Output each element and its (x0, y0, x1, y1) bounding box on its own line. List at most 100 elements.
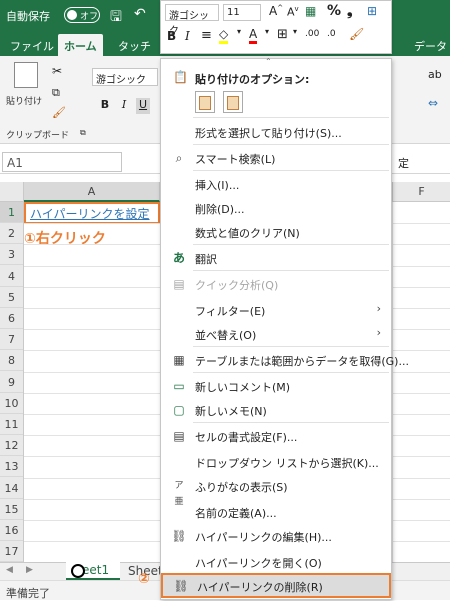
dialog-launcher-icon[interactable]: ⧉ (80, 128, 86, 138)
menu-item-clear-contents[interactable]: 数式と値のクリア(N) (161, 219, 391, 244)
select-all-corner[interactable] (0, 182, 24, 202)
context-menu: ⌃ 📋 貼り付けのオプション: 形式を選択して貼り付け(S)... ⌕ スマート検… (160, 57, 409, 600)
prev-sheet-icon[interactable]: ◀ (6, 565, 13, 575)
row-header-8[interactable]: 8 (0, 350, 23, 372)
row-header-5[interactable]: 5 (0, 287, 23, 308)
remove-link-icon: ⛓ (173, 579, 189, 593)
font-name-box[interactable]: 游ゴシック (92, 68, 158, 86)
menu-item-edit-hyperlink[interactable]: ⛓ ハイパーリンクの編集(H)... (161, 523, 391, 548)
column-header-a[interactable]: A (24, 182, 160, 202)
font-color-dropdown-icon[interactable]: ▾ (265, 27, 269, 36)
menu-item-pick-from-list[interactable]: ドロップダウン リストから選択(K)... (161, 449, 391, 474)
row-header-4[interactable]: 4 (0, 266, 23, 287)
formula-text[interactable]: 定 (398, 155, 409, 171)
copy-icon[interactable]: ⧉ (52, 86, 60, 100)
link-icon: ⛓ (171, 529, 187, 543)
menu-item-format-cells[interactable]: ▤ セルの書式設定(F)... (161, 423, 391, 448)
collapse-icon[interactable]: ⌃ (265, 57, 272, 66)
next-sheet-icon[interactable]: ▶ (26, 565, 33, 575)
row-header-14[interactable]: 14 (0, 478, 23, 499)
row-header-10[interactable]: 10 (0, 393, 23, 414)
menu-item-open-hyperlink[interactable]: ハイパーリンクを開く(O) (161, 549, 391, 574)
menu-item-show-furigana[interactable]: ア亜 ふりがなの表示(S) (161, 473, 391, 507)
cut-icon[interactable]: ✂ (52, 64, 62, 78)
row-header-12[interactable]: 12 (0, 435, 23, 457)
menu-item-paste-special[interactable]: 形式を選択して貼り付け(S)... (161, 119, 391, 144)
menu-item-remove-hyperlink[interactable]: ⛓ ハイパーリンクの削除(R) (161, 573, 391, 598)
mini-font-name[interactable]: 游ゴシック (165, 4, 219, 37)
row-header-6[interactable]: 6 (0, 308, 23, 329)
submenu-arrow-icon: › (376, 326, 381, 339)
bold-button[interactable]: B (98, 98, 112, 114)
grow-font-icon[interactable]: A^ (269, 4, 283, 18)
shrink-font-icon[interactable]: Av (287, 5, 299, 19)
format-cells-icon: ▤ (173, 429, 185, 443)
column-gridline (392, 202, 393, 562)
cursor-circle (71, 564, 85, 578)
tab-file[interactable]: ファイル (10, 38, 54, 54)
font-color-icon[interactable]: A (249, 27, 258, 44)
menu-item-smart-lookup[interactable]: ⌕ スマート検索(L) (161, 145, 391, 170)
menu-item-translate[interactable]: あ翻訳 (161, 245, 391, 270)
paste-option-paste-icon[interactable] (195, 91, 215, 113)
tab-data[interactable]: データ (414, 38, 447, 54)
comma-icon[interactable]: ❟ (347, 3, 353, 19)
merge-icon[interactable]: ⇔ (428, 96, 438, 110)
format-table-icon[interactable]: ⊞ (367, 4, 377, 18)
row-header-2[interactable]: 2 (0, 223, 23, 245)
row-header-3[interactable]: 3 (0, 244, 23, 266)
menu-item-get-data[interactable]: ▦ テーブルまたは範囲からデータを取得(G)... (161, 347, 409, 372)
undo-icon[interactable]: ↶ (134, 6, 146, 22)
search-icon: ⌕ (175, 151, 183, 165)
paste-option-values-icon[interactable] (223, 91, 243, 113)
row-header-13[interactable]: 13 (0, 456, 23, 478)
translate-icon: あ (172, 251, 185, 265)
row-header-11[interactable]: 11 (0, 414, 23, 435)
row-header-17[interactable]: 17 (0, 541, 23, 563)
paste-icon[interactable] (14, 62, 38, 88)
percent-icon[interactable]: % (327, 3, 341, 19)
menu-item-delete[interactable]: 削除(D)... (161, 195, 391, 220)
underline-button[interactable]: U (136, 98, 150, 114)
paste-label[interactable]: 貼り付け (6, 94, 42, 107)
borders-icon[interactable]: ⊞ (277, 27, 288, 42)
mini-bold-button[interactable]: B (167, 29, 176, 43)
furigana-icon: ア亜 (174, 481, 184, 507)
save-icon[interactable]: 🖫 (110, 6, 122, 30)
column-header-f[interactable]: F (392, 182, 450, 202)
cell-a1-text[interactable]: ハイパーリンクを設定 (30, 205, 150, 222)
mini-format-painter-icon[interactable]: 🖌 (349, 27, 364, 41)
autosave-toggle[interactable]: オフ (64, 7, 100, 23)
align-center-icon[interactable]: ≡ (201, 28, 212, 43)
row-header-9[interactable]: 9 (0, 372, 23, 393)
row-header-15[interactable]: 15 (0, 499, 23, 520)
fill-color-icon[interactable]: ◇ (219, 27, 229, 44)
fill-color-dropdown-icon[interactable]: ▾ (237, 27, 241, 36)
format-painter-icon[interactable]: 🖌 (52, 106, 66, 119)
menu-item-new-comment[interactable]: ▭ 新しいコメント(M) (161, 373, 391, 398)
autosave-label: 自動保存 (6, 10, 50, 23)
clipboard-group-label: クリップボード (6, 131, 70, 141)
menu-item-filter[interactable]: フィルター(E) › (161, 297, 391, 322)
mini-italic-button[interactable]: I (185, 29, 190, 43)
increase-decimal-icon[interactable]: .00 (305, 29, 319, 39)
italic-button[interactable]: I (117, 98, 131, 114)
name-box[interactable]: A1 (2, 152, 122, 172)
decrease-decimal-icon[interactable]: .0 (327, 29, 336, 39)
wrap-text-icon[interactable]: ab (428, 68, 442, 81)
menu-item-insert[interactable]: 挿入(I)... (161, 171, 391, 196)
paste-options-icon: 📋 (173, 70, 188, 84)
row-header-7[interactable]: 7 (0, 329, 23, 351)
table-icon: ▦ (173, 353, 185, 367)
number-format-icon[interactable]: ▦ (305, 4, 316, 18)
menu-item-sort[interactable]: 並べ替え(O) › (161, 321, 391, 346)
row-header-16[interactable]: 16 (0, 520, 23, 541)
step2-annotation: ② (138, 571, 150, 587)
submenu-arrow-icon: › (376, 302, 381, 315)
menu-item-new-note[interactable]: ▢ 新しいメモ(N) (161, 397, 391, 422)
tab-touch[interactable]: タッチ (118, 38, 151, 54)
row-header-1[interactable]: 1 (0, 202, 23, 223)
menu-item-define-name[interactable]: 名前の定義(A)... (161, 499, 391, 524)
borders-dropdown-icon[interactable]: ▾ (293, 27, 297, 36)
mini-font-size[interactable]: 11 (223, 4, 261, 21)
